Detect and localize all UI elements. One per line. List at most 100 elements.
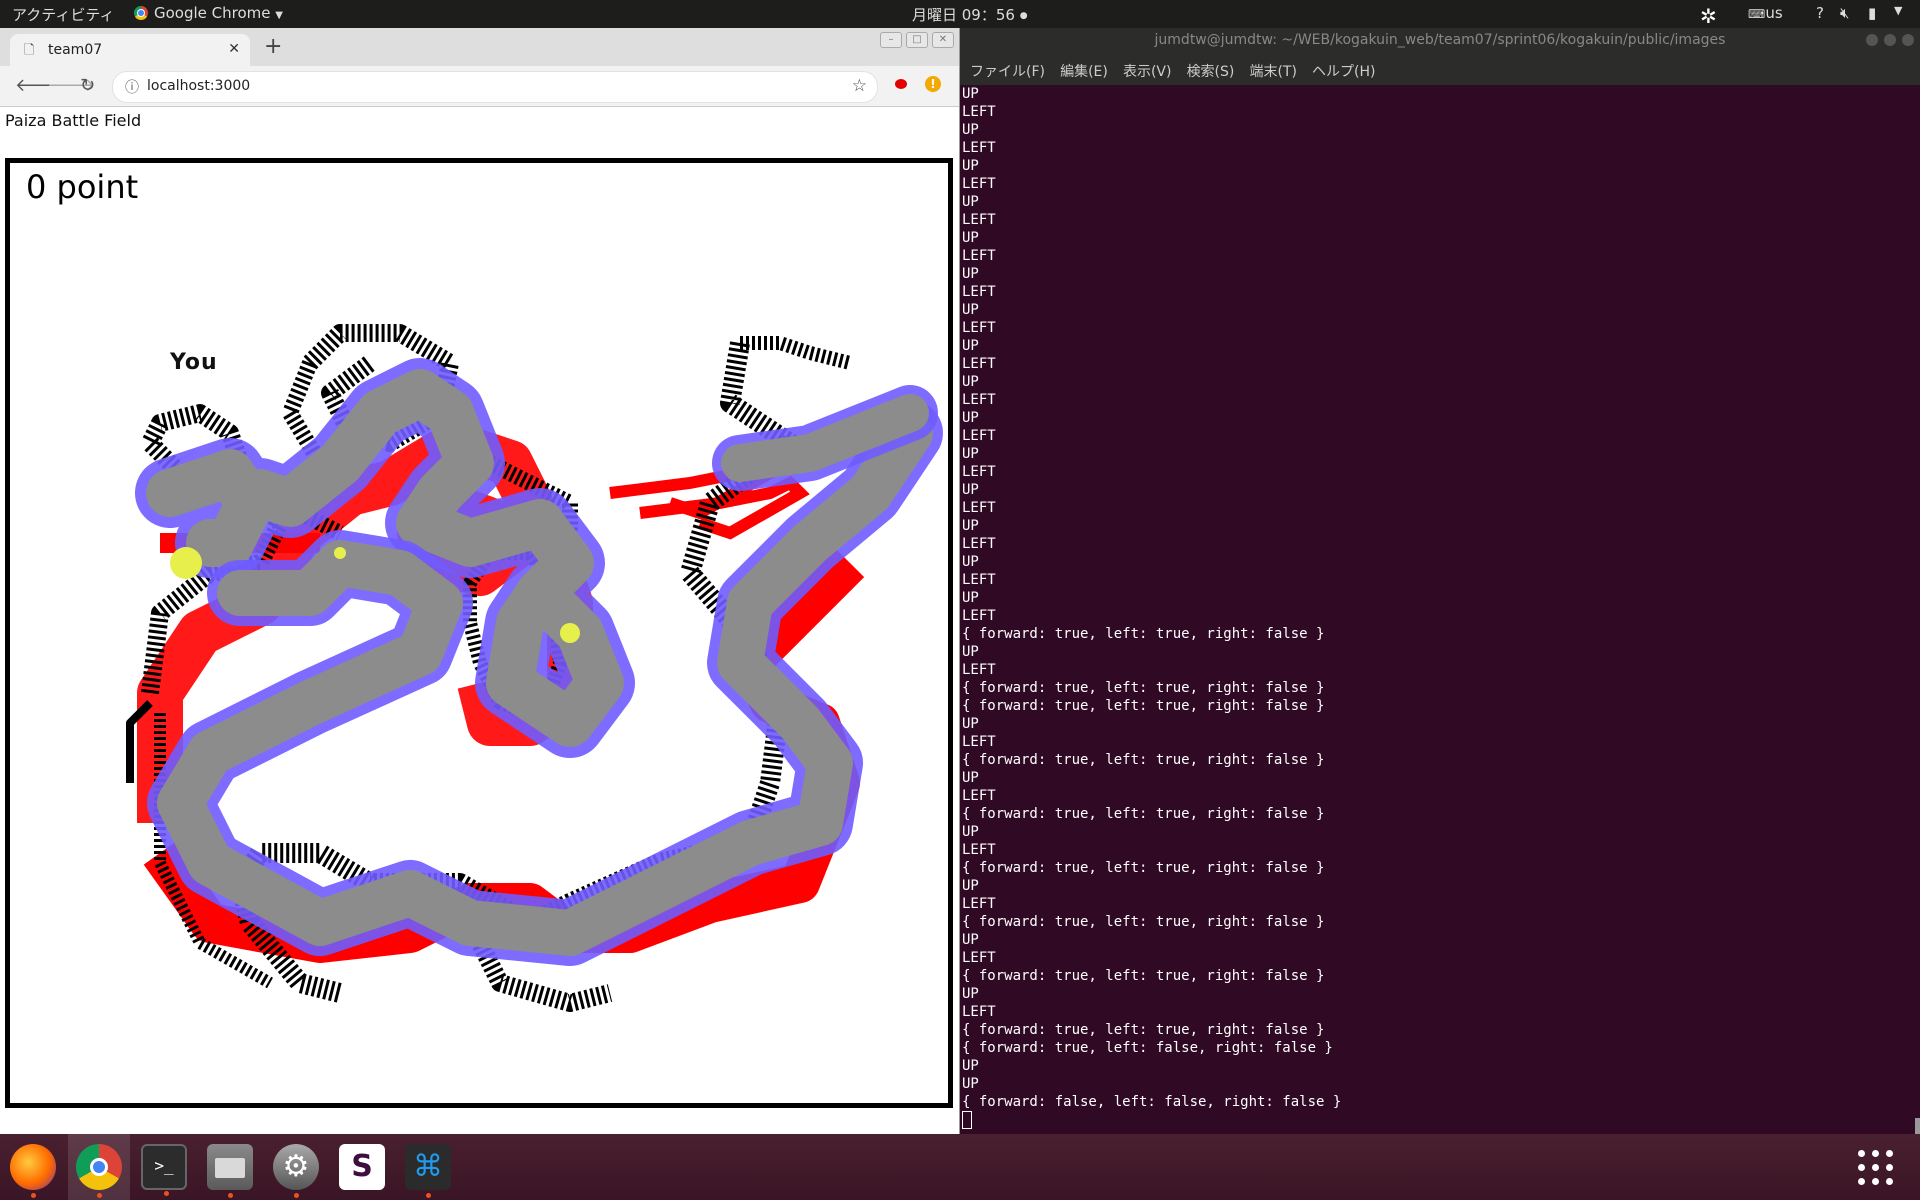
help-icon[interactable]: ? xyxy=(1816,4,1824,22)
terminal-line: { forward: true, left: true, right: fals… xyxy=(962,1022,1325,1038)
files-icon[interactable] xyxy=(207,1144,253,1198)
vscode-icon[interactable]: ⌘ xyxy=(405,1144,451,1198)
keyboard-layout-indicator[interactable]: ⌨us xyxy=(1748,4,1783,22)
terminal-line: LEFT xyxy=(962,896,996,912)
keyboard-layout-label: us xyxy=(1765,4,1783,22)
tab-title: team07 xyxy=(48,42,103,58)
url-text: localhost:3000 xyxy=(147,78,251,94)
menu-terminal[interactable]: 端末(T) xyxy=(1249,61,1296,81)
dock: >_ ⚙ S ⌘ xyxy=(0,1134,1920,1200)
score-display: 0 point xyxy=(26,168,139,206)
terminal-line: LEFT xyxy=(962,428,996,444)
terminal-maximize-button[interactable] xyxy=(1884,34,1896,46)
terminal-close-button[interactable] xyxy=(1902,34,1914,46)
terminal-line: LEFT xyxy=(962,788,996,804)
firefox-icon[interactable] xyxy=(10,1144,56,1198)
site-info-icon[interactable]: ⓘ xyxy=(125,77,139,97)
app-menu[interactable]: Google Chrome ▼ xyxy=(134,4,283,22)
activities-button[interactable]: アクティビティ xyxy=(12,4,114,25)
terminal-line: { forward: true, left: false, right: fal… xyxy=(962,1040,1333,1056)
terminal-line: UP xyxy=(962,158,979,174)
terminal-lines: UP LEFT UP LEFT UP LEFT UP LEFT UP LEFT UP LEFT UP LE… xyxy=(962,85,1341,1131)
terminal-line: LEFT xyxy=(962,140,996,156)
battle-field-canvas[interactable]: 0 point You xyxy=(5,158,953,1108)
terminal-line: UP xyxy=(962,230,979,246)
browser-toolbar: 🡐 🡒 ↻ ⓘ localhost:3000 ☆ ! xyxy=(0,66,959,107)
menu-view[interactable]: 表示(V) xyxy=(1123,61,1172,81)
terminal-cursor xyxy=(962,1111,972,1129)
terminal-icon[interactable]: >_ xyxy=(141,1144,187,1196)
terminal-line: LEFT xyxy=(962,284,996,300)
bookmark-star-icon[interactable]: ☆ xyxy=(852,76,867,96)
terminal-line: UP xyxy=(962,374,979,390)
clock-label: 月曜日 09：56 xyxy=(912,6,1015,24)
close-tab-icon[interactable]: ✕ xyxy=(228,41,240,57)
terminal-line: { forward: true, left: true, right: fals… xyxy=(962,806,1325,822)
terminal-line: { forward: true, left: true, right: fals… xyxy=(962,914,1325,930)
slack-icon[interactable]: S xyxy=(339,1144,385,1190)
terminal-line: UP xyxy=(962,770,979,786)
terminal-line: UP xyxy=(962,302,979,318)
reload-icon[interactable]: ↻ xyxy=(80,75,95,96)
new-tab-button[interactable]: + xyxy=(264,34,282,59)
terminal-line: UP xyxy=(962,878,979,894)
terminal-scrollbar[interactable] xyxy=(1915,1118,1920,1134)
terminal-line: LEFT xyxy=(962,536,996,552)
menu-help[interactable]: ヘルプ(H) xyxy=(1312,61,1375,81)
terminal-line: UP xyxy=(962,554,979,570)
terminal-minimize-button[interactable] xyxy=(1866,34,1878,46)
terminal-line: UP xyxy=(962,518,979,534)
terminal-line: UP xyxy=(962,590,979,606)
terminal-line: { forward: true, left: true, right: fals… xyxy=(962,698,1325,714)
player-label: You xyxy=(170,350,218,375)
battery-icon[interactable]: ▮ xyxy=(1868,4,1876,22)
terminal-line: { forward: true, left: true, right: fals… xyxy=(962,626,1325,642)
caret-down-icon: ▼ xyxy=(275,10,283,21)
terminal-line: { forward: false, left: false, right: fa… xyxy=(962,1094,1342,1110)
clock[interactable]: 月曜日 09：56 ● xyxy=(912,4,1028,25)
system-menu-caret-icon[interactable]: ▼ xyxy=(1894,4,1902,17)
show-applications-icon[interactable] xyxy=(1858,1150,1894,1186)
terminal-line: LEFT xyxy=(962,176,996,192)
terminal-line: UP xyxy=(962,482,979,498)
terminal-line: LEFT xyxy=(962,248,996,264)
tab-strip: 🗋︎ team07 ✕ + – □ ✕ xyxy=(0,28,959,66)
terminal-line: LEFT xyxy=(962,662,996,678)
extension-warning-icon[interactable]: ! xyxy=(925,76,941,92)
terminal-line: UP xyxy=(962,986,979,1002)
terminal-prompt xyxy=(962,1111,1341,1131)
terminal-line: LEFT xyxy=(962,212,996,228)
terminal-line: LEFT xyxy=(962,320,996,336)
page-icon: 🗋︎ xyxy=(24,43,35,58)
terminal-line: UP xyxy=(962,1058,979,1074)
extension-red-icon[interactable] xyxy=(895,79,907,89)
terminal-line: UP xyxy=(962,824,979,840)
minimize-button[interactable]: – xyxy=(880,32,902,48)
keyboard-icon: ⌨ xyxy=(1748,7,1766,21)
browser-tab[interactable]: 🗋︎ team07 ✕ xyxy=(10,34,250,66)
terminal-line: UP xyxy=(962,86,979,102)
menu-search[interactable]: 検索(S) xyxy=(1187,61,1235,81)
terminal-output[interactable]: UP LEFT UP LEFT UP LEFT UP LEFT UP LEFT UP LEFT UP LE… xyxy=(960,85,1920,1134)
terminal-line: UP xyxy=(962,446,979,462)
address-bar[interactable]: ⓘ localhost:3000 ☆ xyxy=(112,71,878,103)
chrome-window: 🗋︎ team07 ✕ + – □ ✕ 🡐 🡒 ↻ ⓘ localhost:30… xyxy=(0,28,960,1134)
page-heading: Paiza Battle Field xyxy=(5,111,142,130)
chrome-icon[interactable] xyxy=(76,1144,122,1198)
terminal-title: jumdtw@jumdtw: ~/WEB/kogakuin_web/team07… xyxy=(1154,32,1726,48)
terminal-line: { forward: true, left: true, right: fals… xyxy=(962,752,1325,768)
accessibility-icon[interactable]: ✲ xyxy=(1700,4,1717,28)
volume-muted-icon[interactable]: 🔇︎ xyxy=(1840,4,1849,22)
chrome-icon xyxy=(134,6,148,20)
notification-dot-icon: ● xyxy=(1019,11,1028,21)
maximize-button[interactable]: □ xyxy=(906,32,928,48)
terminal-line: UP xyxy=(962,716,979,732)
menu-file[interactable]: ファイル(F) xyxy=(970,61,1045,81)
close-window-button[interactable]: ✕ xyxy=(932,32,954,48)
top-panel: アクティビティ Google Chrome ▼ 月曜日 09：56 ● ✲ ⌨u… xyxy=(0,0,1920,28)
terminal-line: LEFT xyxy=(962,608,996,624)
settings-icon[interactable]: ⚙ xyxy=(273,1144,319,1198)
terminal-line: UP xyxy=(962,1076,979,1092)
menu-edit[interactable]: 編集(E) xyxy=(1060,61,1108,81)
terminal-line: { forward: true, left: true, right: fals… xyxy=(962,860,1325,876)
